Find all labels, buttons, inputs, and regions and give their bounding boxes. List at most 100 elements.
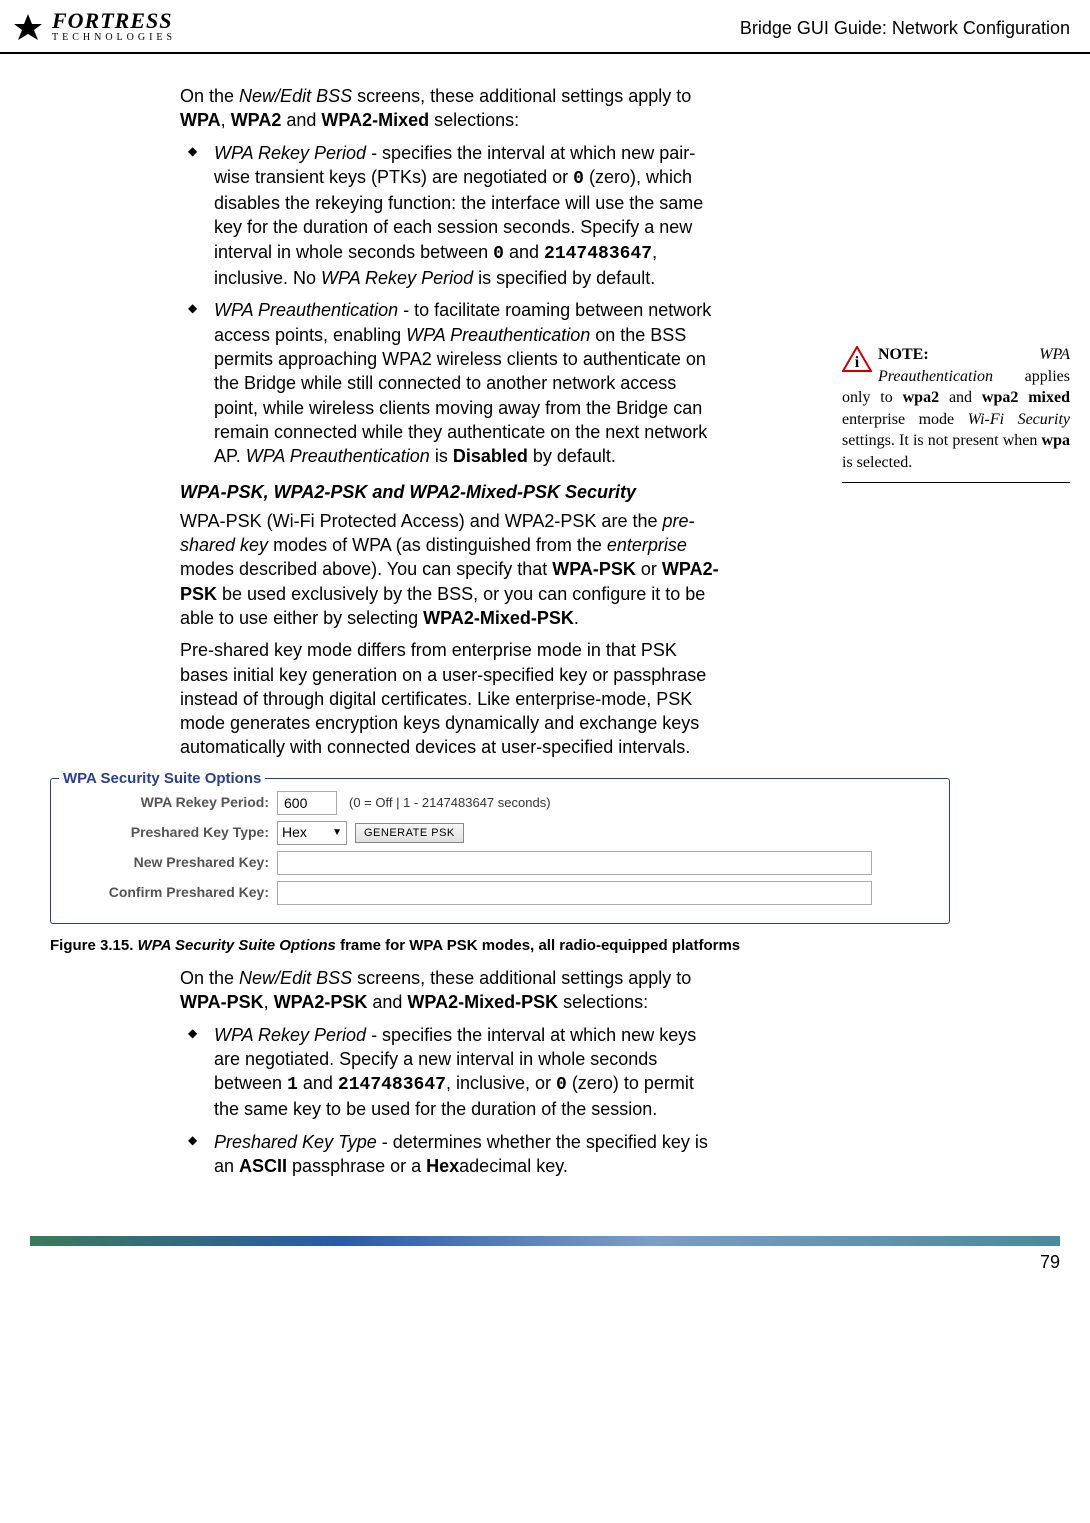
txt: Figure 3.15.	[50, 937, 138, 954]
bullet-list-1: WPA Rekey Period - specifies the interva…	[180, 141, 720, 469]
intro-para: On the New/Edit BSS screens, these addit…	[180, 84, 720, 133]
txt: selections:	[558, 992, 648, 1012]
list-item: WPA Preauthentication - to facilitate ro…	[180, 298, 720, 468]
txt: ASCII	[239, 1156, 287, 1176]
txt: WPA2-Mixed-PSK	[407, 992, 558, 1012]
txt: passphrase or a	[287, 1156, 426, 1176]
svg-text:i: i	[855, 354, 860, 371]
bullet-list-2: WPA Rekey Period - specifies the interva…	[180, 1023, 720, 1179]
section2-p1: WPA-PSK (Wi-Fi Protected Access) and WPA…	[180, 509, 720, 630]
form-row-confirmkey: Confirm Preshared Key:	[57, 881, 943, 905]
note-label: NOTE:	[878, 346, 929, 363]
bullet-label: WPA Rekey Period	[214, 1025, 366, 1045]
txt: 0	[493, 244, 504, 264]
note-t3: enterprise mode	[842, 411, 968, 428]
txt: screens, these additional settings apply…	[352, 86, 691, 106]
header-title: Bridge GUI Guide: Network Configuration	[740, 16, 1070, 40]
caution-icon: i	[842, 346, 872, 372]
note-box: i NOTE: WPA Preauthentication applies on…	[842, 344, 1070, 483]
txt: is specified by default.	[473, 268, 655, 288]
txt: New/Edit BSS	[239, 968, 352, 988]
txt: and	[298, 1073, 338, 1093]
keytype-value: Hex	[282, 823, 307, 842]
fieldset-legend: WPA Security Suite Options	[59, 769, 265, 789]
txt: WPA	[180, 110, 221, 130]
txt: and	[504, 242, 544, 262]
note-i2: Wi-Fi Security	[968, 411, 1070, 428]
rekey-input[interactable]	[277, 791, 337, 815]
txt: modes of WPA (as distinguished from the	[268, 535, 607, 555]
bullet-label: Preshared Key Type	[214, 1132, 377, 1152]
txt: 0	[573, 169, 584, 189]
newkey-input[interactable]	[277, 851, 872, 875]
txt: Disabled	[453, 446, 528, 466]
chevron-down-icon: ▼	[332, 826, 342, 840]
list-item: Preshared Key Type - determines whether …	[180, 1130, 720, 1179]
txt: WPA2-Mixed-PSK	[423, 608, 574, 628]
txt: 0	[556, 1075, 567, 1095]
txt: WPA-PSK	[180, 992, 264, 1012]
note-b1: wpa2	[903, 389, 939, 406]
form-row-rekey: WPA Rekey Period: (0 = Off | 1 - 2147483…	[57, 791, 943, 815]
txt: WPA Preauthentication	[246, 446, 430, 466]
txt: .	[574, 608, 579, 628]
txt: On the	[180, 86, 239, 106]
txt: adecimal key.	[459, 1156, 568, 1176]
form-row-newkey: New Preshared Key:	[57, 851, 943, 875]
keytype-label: Preshared Key Type:	[57, 823, 277, 842]
txt: or	[636, 559, 662, 579]
txt: On the	[180, 968, 239, 988]
note-t5: is selected.	[842, 454, 912, 471]
txt: and	[367, 992, 407, 1012]
txt: modes described above). You can specify …	[180, 559, 552, 579]
page-header: FORTRESS TECHNOLOGIES Bridge GUI Guide: …	[0, 0, 1090, 54]
txt: selections:	[429, 110, 519, 130]
form-row-keytype: Preshared Key Type: Hex ▼ GENERATE PSK	[57, 821, 943, 845]
list-item: WPA Rekey Period - specifies the interva…	[180, 141, 720, 291]
txt: New/Edit BSS	[239, 86, 352, 106]
intro2-para: On the New/Edit BSS screens, these addit…	[180, 966, 720, 1015]
txt: , inclusive, or	[446, 1073, 556, 1093]
footer-bar	[30, 1236, 1060, 1246]
list-item: WPA Rekey Period - specifies the interva…	[180, 1023, 720, 1122]
confirmkey-label: Confirm Preshared Key:	[57, 883, 277, 902]
txt: WPA2	[231, 110, 282, 130]
figure-caption: Figure 3.15. WPA Security Suite Options …	[50, 936, 950, 956]
txt: and	[281, 110, 321, 130]
txt: WPA2-Mixed	[321, 110, 429, 130]
section-heading: WPA-PSK, WPA2-PSK and WPA2-Mixed-PSK Sec…	[180, 480, 720, 504]
generate-psk-button[interactable]: GENERATE PSK	[355, 823, 464, 843]
newkey-label: New Preshared Key:	[57, 853, 277, 872]
txt: WPA-PSK (Wi-Fi Protected Access) and WPA…	[180, 511, 662, 531]
figure-block: WPA Security Suite Options WPA Rekey Per…	[50, 778, 950, 956]
logo-name: FORTRESS	[52, 11, 176, 31]
note-b3: wpa	[1042, 432, 1070, 449]
txt: by default.	[528, 446, 616, 466]
txt: enterprise	[607, 535, 687, 555]
bullet-label: WPA Preauthentication	[214, 300, 398, 320]
rekey-label: WPA Rekey Period:	[57, 793, 277, 812]
rekey-hint: (0 = Off | 1 - 2147483647 seconds)	[349, 794, 551, 812]
txt: is	[430, 446, 453, 466]
keytype-select[interactable]: Hex ▼	[277, 821, 347, 845]
txt: Hex	[426, 1156, 459, 1176]
txt: WPA2-PSK	[274, 992, 368, 1012]
note-t2: and	[939, 389, 982, 406]
wpa-options-fieldset: WPA Security Suite Options WPA Rekey Per…	[50, 778, 950, 924]
section2-p2: Pre-shared key mode differs from enterpr…	[180, 638, 720, 759]
txt: 2147483647	[544, 244, 652, 264]
txt: 2147483647	[338, 1075, 446, 1095]
confirmkey-input[interactable]	[277, 881, 872, 905]
main-content: i NOTE: WPA Preauthentication applies on…	[0, 54, 1090, 1230]
note-b2: wpa2 mixed	[982, 389, 1070, 406]
txt: WPA Security Suite Options	[138, 937, 336, 954]
note-t4: settings. It is not present when	[842, 432, 1042, 449]
txt: WPA Preauthentication	[406, 325, 590, 345]
txt: WPA Rekey Period	[321, 268, 473, 288]
txt: on the BSS permits approaching WPA2 wire…	[214, 325, 707, 466]
txt: screens, these additional settings apply…	[352, 968, 691, 988]
logo-sub: TECHNOLOGIES	[52, 31, 176, 45]
page-number: 79	[30, 1250, 1060, 1274]
page-footer: 79	[0, 1230, 1090, 1294]
logo-icon	[10, 10, 46, 46]
